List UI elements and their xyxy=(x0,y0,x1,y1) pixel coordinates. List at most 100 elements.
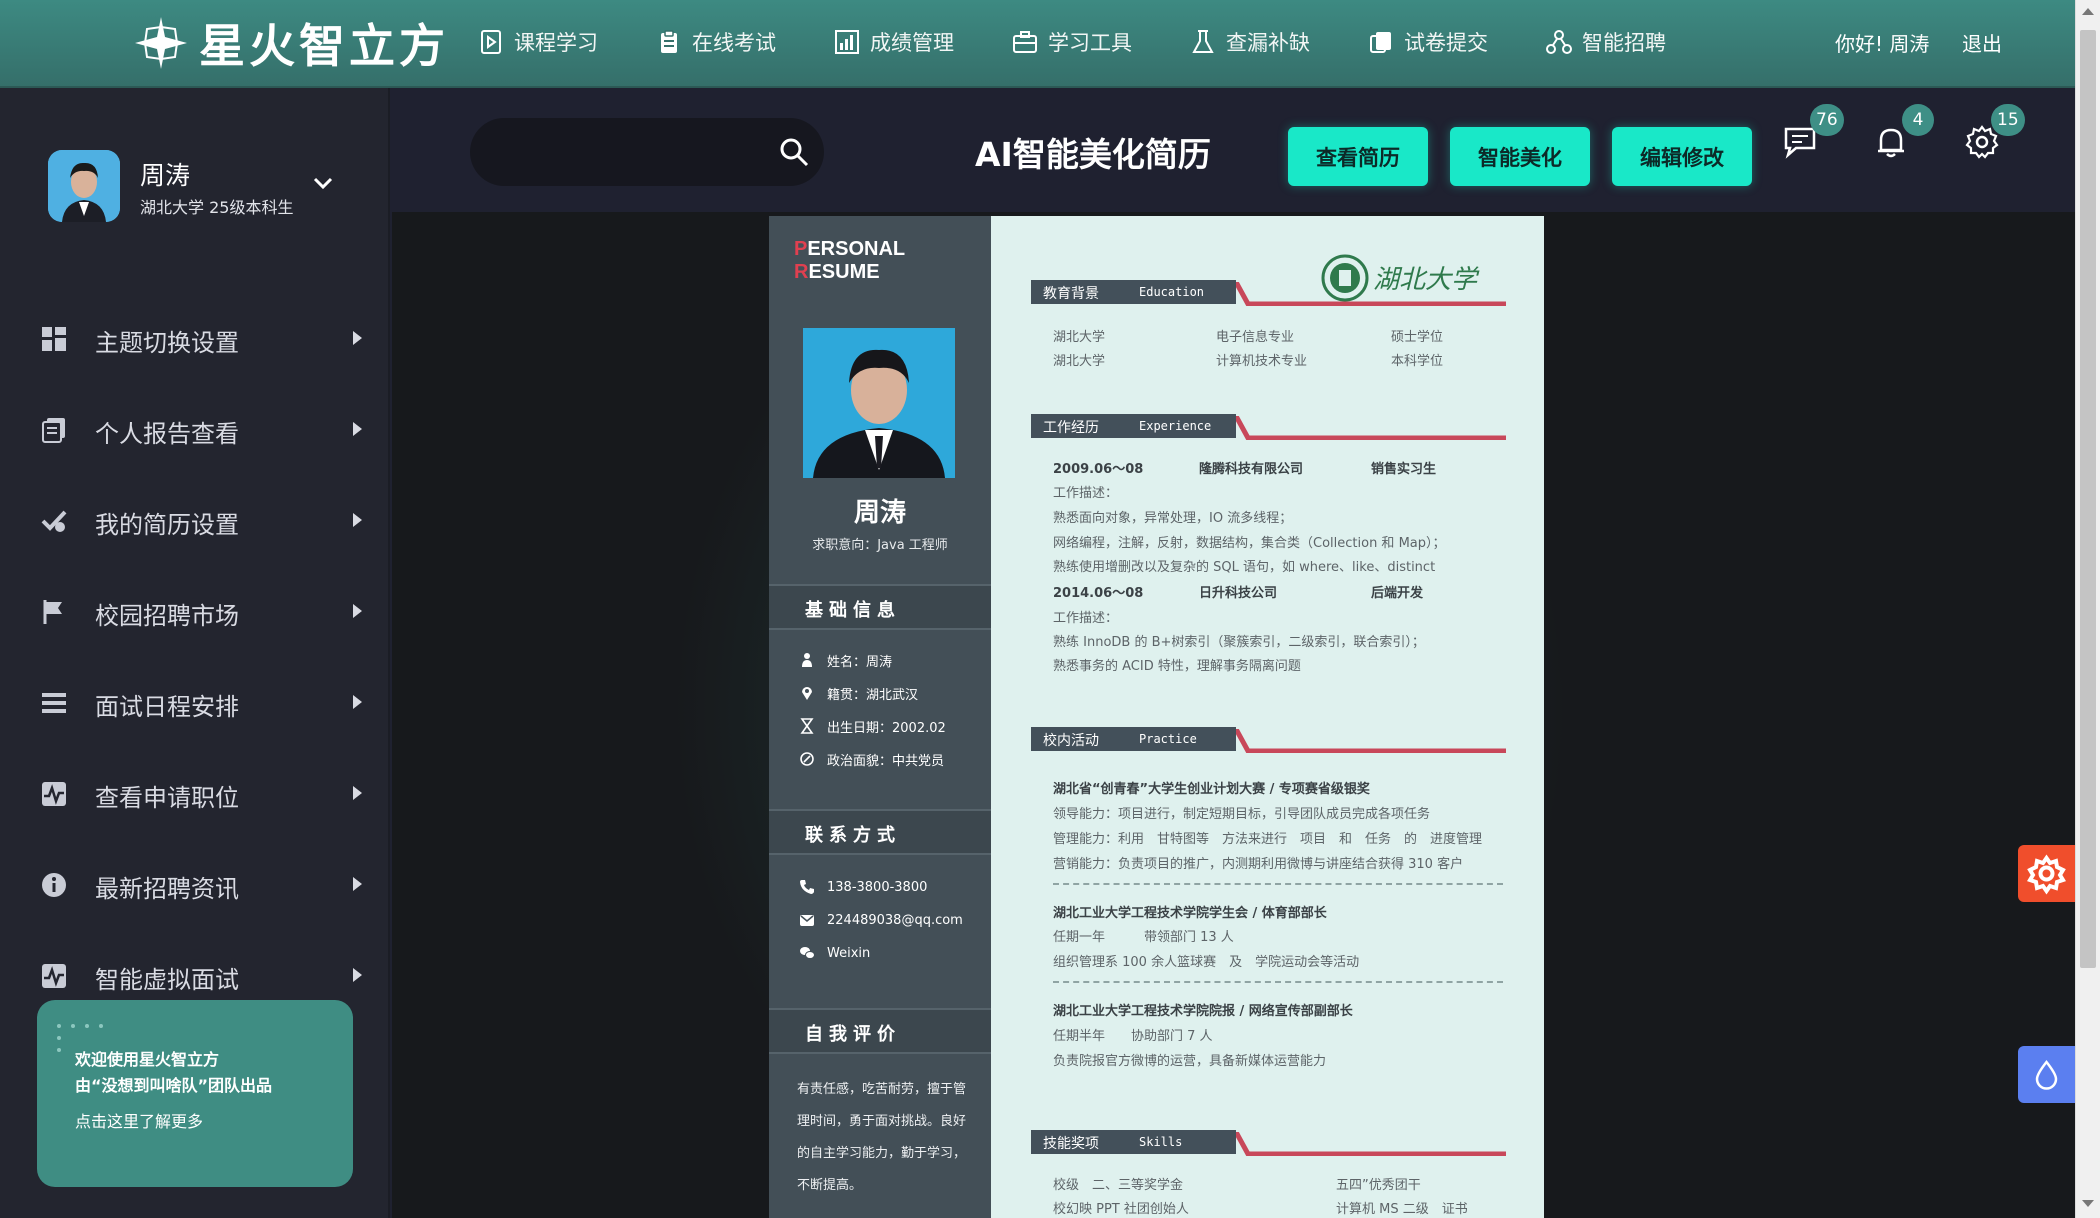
nav-item-label: 课程学习 xyxy=(514,31,598,55)
app-logo-text: 星火智立方 xyxy=(199,19,449,73)
edit-resume-button[interactable]: 编辑修改 xyxy=(1612,127,1752,186)
resume-contact-row: 138-3800-3800 xyxy=(799,876,989,898)
promo-learn-more-link[interactable]: 点击这里了解更多 xyxy=(75,1108,203,1132)
resume-section-education: 教育背景 Education xyxy=(1031,272,1506,306)
sidebar-item-campus-market[interactable]: 校园招聘市场 xyxy=(0,566,390,657)
toolbox-icon xyxy=(1013,31,1037,53)
resume-section-basic: 基础信息 xyxy=(769,584,991,630)
floating-theme-button[interactable] xyxy=(2018,1046,2075,1103)
sidebar-item-resume[interactable]: 我的简历设置 xyxy=(0,475,390,566)
skill-item: 计算机 MS 二级 证书 xyxy=(1336,1202,1468,1217)
wechat-icon xyxy=(800,947,815,959)
sidebar-item-label: 智能虚拟面试 xyxy=(95,966,239,994)
scroll-down-arrow-icon[interactable] xyxy=(2082,1200,2094,1207)
star-logo-icon xyxy=(135,17,187,69)
search-icon[interactable] xyxy=(778,136,810,168)
activity-icon xyxy=(42,782,66,806)
nav-item-label: 查漏补缺 xyxy=(1226,31,1310,55)
chevron-right-icon xyxy=(353,331,362,345)
nav-item-tools[interactable]: 学习工具 xyxy=(1012,27,1132,57)
sidebar-item-report[interactable]: 个人报告查看 xyxy=(0,384,390,475)
chevron-right-icon xyxy=(353,604,362,618)
sidebar-item-job-news[interactable]: 最新招聘资讯 xyxy=(0,839,390,930)
phone-icon xyxy=(800,880,814,894)
network-icon xyxy=(1546,30,1572,54)
nav-item-label: 智能招聘 xyxy=(1582,31,1666,55)
nav-item-recruit[interactable]: 智能招聘 xyxy=(1546,27,1666,57)
top-navbar: 星火智立方 课程学习 在线考试 成绩管理 学习工具 查漏补缺 试卷提交 智能招聘… xyxy=(0,0,2075,88)
practice-line: 负责院报官方微博的运营，具备新媒体运营能力 xyxy=(1053,1054,1327,1069)
nav-item-label: 成绩管理 xyxy=(870,31,954,55)
edu-degree: 本科学位 xyxy=(1391,354,1444,369)
nav-item-grades[interactable]: 成绩管理 xyxy=(834,27,954,57)
edu-major: 电子信息专业 xyxy=(1216,330,1295,345)
play-doc-icon xyxy=(481,30,501,54)
divider xyxy=(1053,981,1503,983)
chevron-right-icon xyxy=(353,968,362,982)
ai-beautify-button[interactable]: 智能美化 xyxy=(1450,127,1590,186)
exp-line: 熟练使用增删改以及复杂的 SQL 语句，如 where、like、distinc… xyxy=(1053,560,1436,575)
nav-item-courses[interactable]: 课程学习 xyxy=(478,27,598,57)
nav-item-review[interactable]: 查漏补缺 xyxy=(1190,27,1310,57)
scrollbar-thumb[interactable] xyxy=(2080,30,2096,968)
search-input[interactable] xyxy=(492,136,762,168)
resume-job-intent: 求职意向：Java 工程师 xyxy=(812,538,948,553)
page-title: AI智能美化简历 xyxy=(975,135,1211,174)
divider xyxy=(1053,883,1503,885)
practice-title: 湖北工业大学工程技术学院学生会 / 体育部部长 xyxy=(1053,906,1327,921)
resume-tools-icon xyxy=(41,510,67,532)
exp-line: 熟练 InnoDB 的 B+树索引（聚簇索引，二级索引，联合索引）； xyxy=(1053,635,1425,650)
logout-link[interactable]: 退出 xyxy=(1962,28,2002,57)
report-icon xyxy=(42,418,65,443)
scroll-up-arrow-icon[interactable] xyxy=(2082,8,2094,15)
resume-basic-row: 籍贯：湖北武汉 xyxy=(799,682,989,704)
chevron-right-icon xyxy=(353,513,362,527)
exp-role: 销售实习生 xyxy=(1371,462,1437,477)
sidebar-item-label: 最新招聘资讯 xyxy=(95,875,239,903)
nav-item-exams[interactable]: 在线考试 xyxy=(656,27,776,57)
chevron-right-icon xyxy=(353,877,362,891)
sidebar-menu: 主题切换设置 个人报告查看 我的简历设置 校园招聘市场 面试日程安排 查看申请职… xyxy=(0,293,390,1021)
resume-basic-row: 政治面貌：中共党员 xyxy=(799,748,989,770)
view-resume-button[interactable]: 查看简历 xyxy=(1288,127,1428,186)
exp-line: 网络编程，注解，反射，数据结构，集合类（Collection 和 Map）； xyxy=(1053,536,1446,551)
floating-settings-button[interactable] xyxy=(2018,845,2075,902)
list-icon xyxy=(42,693,66,713)
submit-icon xyxy=(1370,32,1391,53)
resume-section-contact: 联系方式 xyxy=(769,809,991,855)
practice-line: 营销能力：负责项目的推广，内测期利用微博与讲座结合获得 310 客户 xyxy=(1053,857,1464,872)
practice-line: 任期半年 协助部门 7 人 xyxy=(1053,1029,1213,1044)
activity-icon xyxy=(42,964,66,988)
sidebar-item-applied-jobs[interactable]: 查看申请职位 xyxy=(0,748,390,839)
resume-section-skills: 技能奖项 Skills xyxy=(1031,1122,1506,1156)
practice-line: 管理能力：利用 甘特图等 方法来进行 项目 和 任务 的 进度管理 xyxy=(1053,832,1483,847)
sidebar-item-interview-schedule[interactable]: 面试日程安排 xyxy=(0,657,390,748)
promo-card: 欢迎使用星火智立方 由“没想到叫啥队”团队出品 点击这里了解更多 xyxy=(37,1000,353,1187)
user-profile[interactable]: 周涛 湖北大学 25级本科生 xyxy=(48,150,348,226)
resume-self-eval: 有责任感，吃苦耐劳，擅于管理时间，勇于面对挑战。良好的自主学习能力，勤于学习，不… xyxy=(797,1082,967,1193)
chevron-down-icon[interactable] xyxy=(310,170,336,196)
app-logo[interactable]: 星火智立方 xyxy=(135,14,449,73)
edu-degree: 硕士学位 xyxy=(1391,330,1444,345)
resume-contact-row: Weixin xyxy=(799,942,989,964)
bell-icon[interactable] xyxy=(1873,124,1909,160)
clipboard-icon xyxy=(661,30,677,53)
edu-major: 计算机技术专业 xyxy=(1216,354,1308,369)
notifications-badge: 4 xyxy=(1902,104,1934,136)
promo-line-1: 欢迎使用星火智立方 xyxy=(75,1050,220,1069)
sidebar-item-theme[interactable]: 主题切换设置 xyxy=(0,293,390,384)
skill-item: 校幻映 PPT 社团创始人 xyxy=(1053,1202,1189,1217)
skill-item: 五四”优秀团干 xyxy=(1336,1178,1421,1193)
sidebar-item-label: 个人报告查看 xyxy=(95,420,239,448)
exp-company: 日升科技公司 xyxy=(1199,586,1278,601)
chevron-right-icon xyxy=(353,422,362,436)
chevron-right-icon xyxy=(353,786,362,800)
resume-heading: PERSONAL RESUME xyxy=(794,238,905,283)
exp-date: 2014.06～08 xyxy=(1053,586,1144,601)
nav-item-submit[interactable]: 试卷提交 xyxy=(1368,27,1488,57)
resume-section-self: 自我评价 xyxy=(769,1008,991,1054)
practice-title: 湖北工业大学工程技术学院院报 / 网络宣传部副部长 xyxy=(1053,1004,1353,1019)
location-icon xyxy=(802,687,812,700)
bar-chart-icon xyxy=(835,30,859,54)
mail-icon xyxy=(800,915,814,926)
